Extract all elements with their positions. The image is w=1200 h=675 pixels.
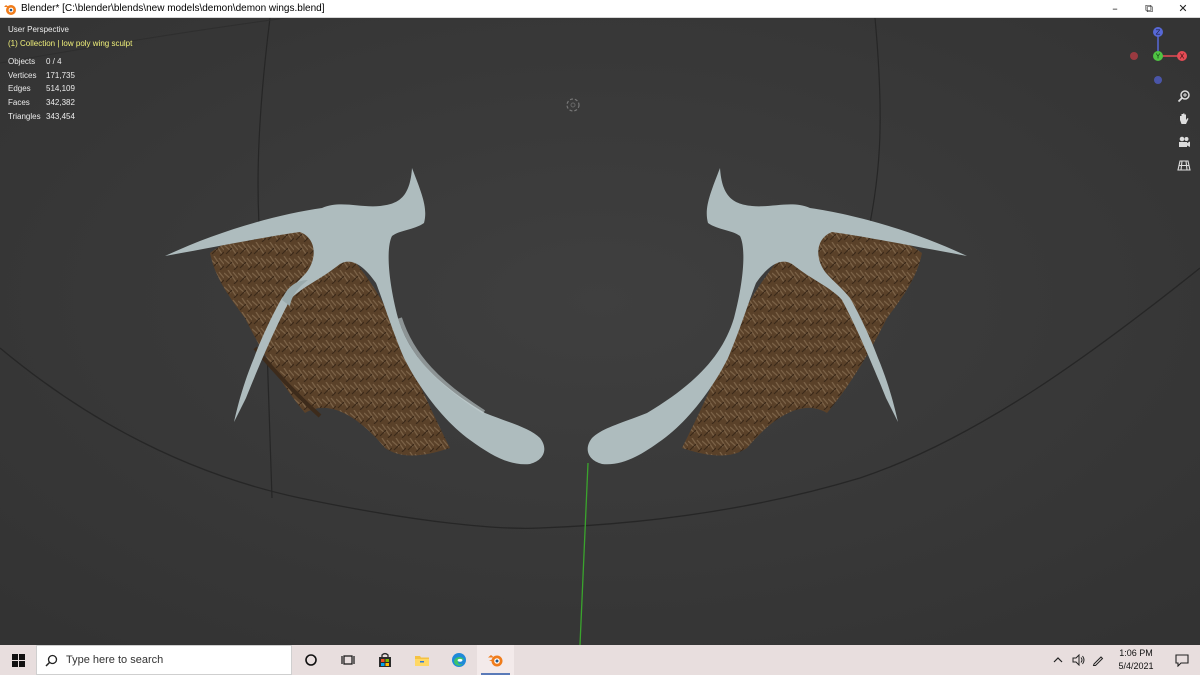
svg-text:Z: Z — [1156, 29, 1161, 37]
scene-statistics: Objects 0 / 4 Vertices 171,735 Edges 514,10… — [8, 57, 75, 125]
system-tray: 1:06 PM 5/4/2021 — [1048, 645, 1200, 675]
search-icon — [45, 654, 58, 667]
scene-render — [0, 18, 1200, 645]
action-center-button[interactable] — [1164, 645, 1200, 675]
svg-text:Y: Y — [1155, 53, 1161, 61]
camera-icon[interactable] — [1176, 134, 1192, 150]
pen-button[interactable] — [1088, 645, 1108, 675]
blender-icon — [488, 655, 503, 667]
blender-logo-icon — [4, 4, 16, 15]
zoom-icon[interactable] — [1176, 88, 1192, 104]
viewport-info-overlay: User Perspective (1) Collection | low po… — [8, 25, 132, 125]
neg-x-axis-handle[interactable] — [1130, 52, 1138, 60]
blender-taskbar-button[interactable] — [477, 645, 514, 675]
pen-icon — [1092, 656, 1104, 666]
task-view-icon — [340, 655, 355, 665]
stat-row: Objects 0 / 4 — [8, 57, 62, 66]
viewport-nav-tools — [1176, 88, 1192, 173]
volume-button[interactable] — [1068, 645, 1088, 675]
navigation-gizmo[interactable]: Z X Y — [1126, 24, 1190, 88]
windows-logo-icon — [11, 653, 25, 667]
restore-button[interactable]: ⧉ — [1132, 0, 1166, 17]
task-view-button[interactable] — [329, 645, 366, 675]
file-explorer-button[interactable] — [403, 645, 440, 675]
view-name-label: User Perspective — [8, 25, 69, 34]
start-button[interactable] — [0, 645, 36, 675]
clock-time: 1:06 PM — [1119, 648, 1153, 658]
file-explorer-icon — [414, 656, 429, 666]
edge-button[interactable] — [440, 645, 477, 675]
stat-row: Edges 514,109 — [8, 84, 75, 94]
taskbar-clock[interactable]: 1:06 PM 5/4/2021 — [1108, 647, 1164, 673]
edge-icon — [451, 653, 466, 667]
stat-row: Triangles 343,454 — [8, 111, 75, 121]
notification-icon — [1175, 653, 1189, 667]
show-hidden-icons-button[interactable] — [1048, 645, 1068, 675]
minimize-button[interactable]: – — [1098, 0, 1132, 17]
grid-view-icon[interactable] — [1176, 157, 1192, 173]
cortana-button[interactable] — [292, 645, 329, 675]
cortana-icon — [304, 654, 317, 666]
windows-taskbar: Type here to search 1:06 PM 5/4/2021 — [0, 645, 1200, 675]
stat-row: Vertices 171,735 — [8, 70, 75, 80]
search-placeholder: Type here to search — [66, 654, 164, 666]
store-button[interactable] — [366, 645, 403, 675]
taskbar-search-box[interactable]: Type here to search — [36, 645, 292, 675]
store-icon — [378, 652, 391, 667]
window-title: Blender* [C:\blender\blends\new models\d… — [21, 3, 325, 14]
collection-label: (1) Collection | low poly wing sculpt — [8, 39, 133, 48]
close-button[interactable]: ✕ — [1166, 0, 1200, 17]
hand-pan-icon[interactable] — [1176, 111, 1192, 127]
chevron-up-icon — [1053, 657, 1063, 663]
3d-viewport[interactable]: User Perspective (1) Collection | low po… — [0, 18, 1200, 645]
clock-date: 5/4/2021 — [1118, 661, 1154, 671]
stat-row: Faces 342,382 — [8, 98, 75, 108]
window-titlebar: Blender* [C:\blender\blends\new models\d… — [0, 0, 1200, 18]
speaker-icon — [1072, 654, 1084, 666]
neg-z-axis-handle[interactable] — [1154, 76, 1162, 84]
svg-text:X: X — [1180, 53, 1185, 61]
